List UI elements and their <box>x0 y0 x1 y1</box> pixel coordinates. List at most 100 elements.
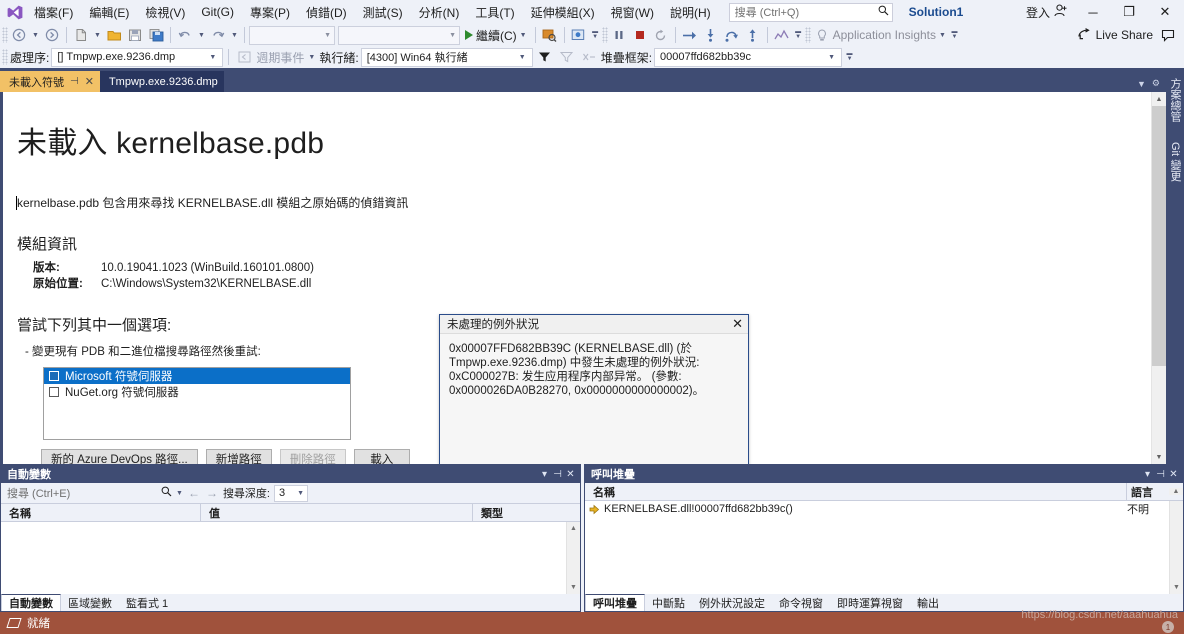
tab-watch-1[interactable]: 監看式 1 <box>119 594 175 611</box>
continue-dropdown-icon[interactable]: ▼ <box>520 32 527 39</box>
call-stack-grid-body[interactable]: KERNELBASE.dll!00007ffd682bb39c() 不明 ▼ <box>585 501 1183 594</box>
platform-combo[interactable]: ▼ <box>338 25 460 45</box>
load-button[interactable]: 載入 <box>353 449 410 464</box>
scroll-up-icon[interactable]: ▲ <box>1152 92 1166 106</box>
attach-to-process-icon[interactable] <box>540 25 560 45</box>
column-header-type[interactable]: 類型 <box>473 504 580 522</box>
tab-exception-settings[interactable]: 例外狀況設定 <box>692 594 772 611</box>
column-header-name[interactable]: 名稱 <box>585 482 1127 501</box>
break-all-icon[interactable] <box>609 25 629 45</box>
toolbar-overflow-icon[interactable]: ▬ ▼ <box>590 26 601 44</box>
show-next-statement-icon[interactable] <box>680 25 700 45</box>
tab-no-symbols-loaded[interactable]: 未載入符號 ⊣ ✕ <box>0 71 100 92</box>
search-options-dropdown-icon[interactable]: ▼ <box>176 490 183 497</box>
chevron-down-icon[interactable]: ▼ <box>1137 79 1146 89</box>
quick-search-input[interactable]: 搜尋 (Ctrl+Q) <box>728 2 893 22</box>
step-over-icon[interactable] <box>722 25 742 45</box>
live-share-button[interactable]: Live Share <box>1078 27 1153 43</box>
scroll-down-icon[interactable]: ▼ <box>567 581 580 594</box>
checkbox-icon[interactable] <box>49 371 59 381</box>
new-azure-devops-path-button[interactable]: 新的 Azure DevOps 路徑... <box>41 449 198 464</box>
gear-icon[interactable]: ⚙ <box>1152 78 1160 89</box>
autos-search-input[interactable]: 搜尋 (Ctrl+E) <box>7 485 157 501</box>
save-icon[interactable] <box>125 25 145 45</box>
save-all-icon[interactable] <box>146 25 166 45</box>
tab-command-window[interactable]: 命令視窗 <box>772 594 830 611</box>
checkbox-icon[interactable] <box>49 387 59 397</box>
search-depth-dropdown[interactable]: 3 ▼ <box>274 484 308 502</box>
menu-item-tools[interactable]: 工具(T) <box>467 2 522 23</box>
scroll-down-icon[interactable]: ▼ <box>1152 450 1166 464</box>
toolbar-overflow-icon[interactable]: ▬ ▼ <box>793 26 804 44</box>
scroll-up-icon[interactable]: ▲ <box>1169 488 1183 495</box>
column-header-name[interactable]: 名稱 <box>1 503 201 522</box>
application-insights-dropdown-icon[interactable]: ▼ <box>937 25 948 45</box>
menu-item-git[interactable]: Git(G) <box>193 3 242 21</box>
minimize-button[interactable]: ─ <box>1076 1 1110 23</box>
configuration-combo[interactable]: ▼ <box>249 25 335 45</box>
list-item-nuget-symbol-server[interactable]: NuGet.org 符號伺服器 <box>44 384 350 400</box>
undo-dropdown-icon[interactable]: ▼ <box>196 25 207 45</box>
search-previous-icon[interactable]: ← <box>187 486 201 500</box>
redo-icon[interactable] <box>208 25 228 45</box>
navigate-backward-icon[interactable] <box>9 25 29 45</box>
tab-immediate-window[interactable]: 即時運算視窗 <box>830 594 910 611</box>
close-button[interactable]: ✕ <box>1148 1 1182 23</box>
chevron-down-icon[interactable]: ▾ <box>1141 469 1154 480</box>
sidebar-item-git-changes[interactable]: Git 變更 <box>1167 138 1183 185</box>
open-file-icon[interactable] <box>104 25 124 45</box>
tab-call-stack[interactable]: 呼叫堆疊 <box>585 594 645 611</box>
toolbar-overflow-icon[interactable]: ▬ ▼ <box>949 26 960 44</box>
undo-icon[interactable] <box>175 25 195 45</box>
close-icon[interactable]: ✕ <box>85 75 94 88</box>
scrollbar-track[interactable] <box>567 535 580 581</box>
feedback-icon[interactable] <box>1158 25 1178 45</box>
scrollbar-thumb[interactable] <box>1152 106 1166 366</box>
column-header-language[interactable]: 語言 <box>1127 483 1169 501</box>
menu-item-file[interactable]: 檔案(F) <box>26 2 81 23</box>
screenshot-window-icon[interactable] <box>569 25 589 45</box>
close-icon[interactable]: ✕ <box>564 469 577 480</box>
diagnostics-icon[interactable] <box>772 25 792 45</box>
scrollbar-track[interactable] <box>1170 501 1183 581</box>
pin-icon[interactable]: ⊣ <box>1154 469 1167 480</box>
menu-item-debug[interactable]: 偵錯(D) <box>298 2 355 23</box>
sign-in-button[interactable]: 登入 <box>1020 2 1074 23</box>
symbol-server-listbox[interactable]: Microsoft 符號伺服器 NuGet.org 符號伺服器 <box>43 367 351 440</box>
pin-icon[interactable]: ⊣ <box>70 76 79 87</box>
menu-item-help[interactable]: 說明(H) <box>662 2 719 23</box>
autos-vertical-scrollbar[interactable]: ▲ ▼ <box>566 522 580 594</box>
search-icon[interactable] <box>161 486 172 500</box>
search-next-icon[interactable]: → <box>205 486 219 500</box>
menu-item-edit[interactable]: 編輯(E) <box>81 2 137 23</box>
new-project-dropdown-icon[interactable]: ▼ <box>92 25 103 45</box>
scroll-down-icon[interactable]: ▼ <box>1170 581 1183 594</box>
sidebar-item-solution-explorer[interactable]: 方案總管 <box>1167 74 1183 126</box>
autos-grid-body[interactable]: ▲ ▼ <box>1 522 580 594</box>
menu-item-window[interactable]: 視窗(W) <box>603 2 662 23</box>
toolbar-overflow-icon[interactable]: ▬ ▼ <box>844 48 855 66</box>
menu-item-analyze[interactable]: 分析(N) <box>411 2 468 23</box>
menu-item-project[interactable]: 專案(P) <box>242 2 298 23</box>
tab-breakpoints[interactable]: 中斷點 <box>645 594 692 611</box>
editor-vertical-scrollbar[interactable]: ▲ ▼ <box>1151 92 1166 464</box>
toolbar-grip-handle[interactable] <box>804 27 811 43</box>
lifecycle-dropdown-icon[interactable]: ▼ <box>306 47 317 67</box>
chevron-down-icon[interactable]: ▾ <box>538 469 551 480</box>
menu-item-test[interactable]: 測試(S) <box>355 2 411 23</box>
table-row[interactable]: KERNELBASE.dll!00007ffd682bb39c() 不明 <box>585 501 1169 517</box>
tab-output[interactable]: 輸出 <box>910 594 946 611</box>
application-insights-label[interactable]: Application Insights <box>833 28 936 42</box>
call-stack-vertical-scrollbar[interactable]: ▼ <box>1169 501 1183 594</box>
pin-icon[interactable]: ⊣ <box>551 469 564 480</box>
thread-dropdown[interactable]: [4300] Win64 執行緒 ▼ <box>360 47 533 67</box>
toolbar-grip-handle[interactable] <box>2 27 8 43</box>
column-header-value[interactable]: 值 <box>201 503 473 522</box>
close-icon[interactable]: ✕ <box>732 316 743 332</box>
menu-item-view[interactable]: 檢視(V) <box>137 2 193 23</box>
new-project-icon[interactable] <box>71 25 91 45</box>
step-out-icon[interactable] <box>743 25 763 45</box>
list-item-microsoft-symbol-server[interactable]: Microsoft 符號伺服器 <box>44 368 350 384</box>
lifecycle-events-label[interactable]: 週期事件 <box>256 49 304 66</box>
navigate-backward-dropdown-icon[interactable]: ▼ <box>30 25 41 45</box>
